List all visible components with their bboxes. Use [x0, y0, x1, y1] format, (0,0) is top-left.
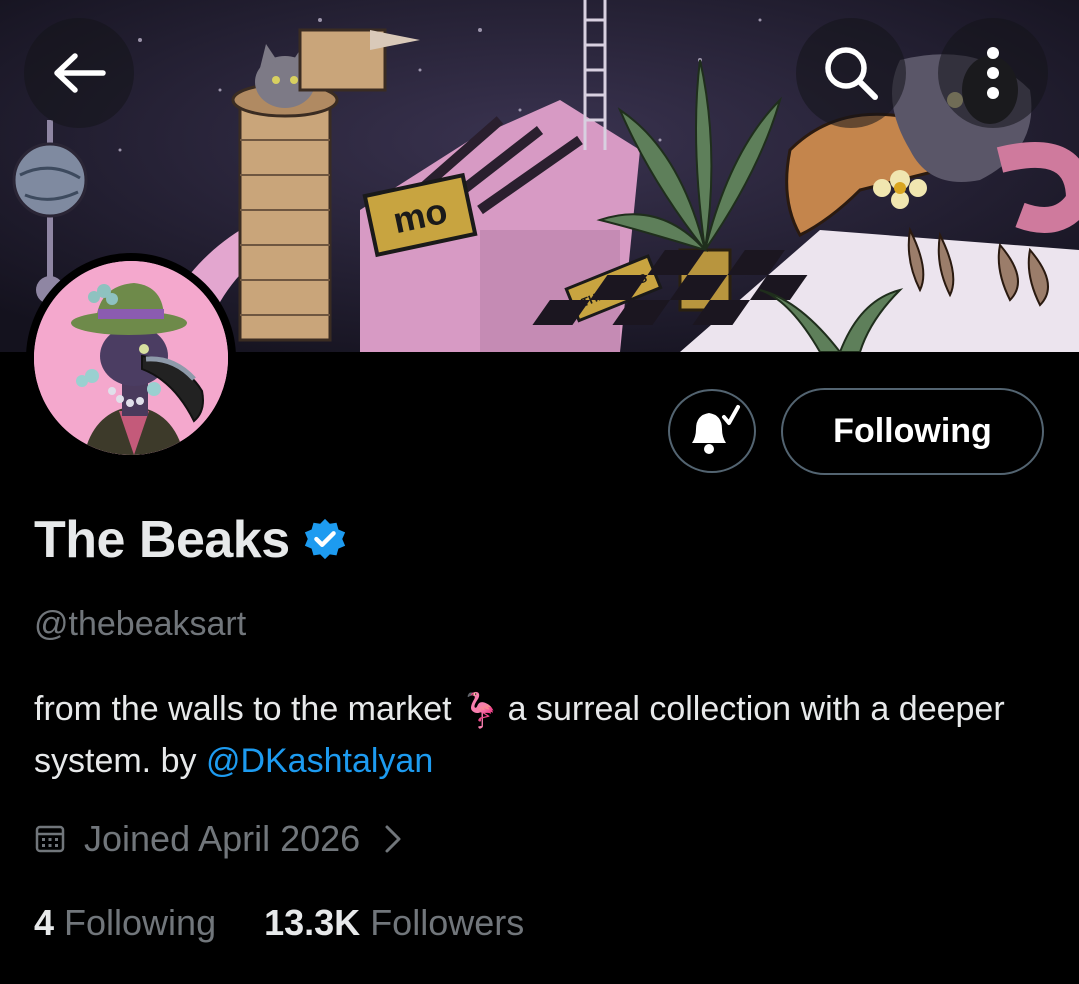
search-button[interactable]	[796, 18, 906, 128]
display-name: The Beaks	[34, 511, 290, 569]
followers-count: 13.3K	[264, 902, 361, 943]
following-button[interactable]: Following	[781, 388, 1044, 475]
follow-stats: 4 Following 13.3K Followers	[34, 902, 524, 944]
bio-mention-link[interactable]: @DKashtalyan	[206, 742, 433, 780]
display-name-row: The Beaks	[34, 510, 348, 570]
search-icon	[825, 47, 878, 100]
more-options-button[interactable]	[938, 18, 1048, 128]
more-vertical-icon	[987, 47, 999, 99]
profile-handle: @thebeaksart	[34, 605, 247, 643]
avatar-image	[34, 261, 228, 455]
followers-stat-link[interactable]: 13.3K Followers	[264, 902, 524, 944]
following-count: 4	[34, 902, 55, 943]
bio-text-part1: from the walls to the market	[34, 690, 452, 728]
notifications-button[interactable]	[668, 389, 756, 473]
following-label: Following	[64, 902, 217, 943]
joined-date-text: Joined April 2026	[84, 818, 361, 859]
profile-avatar[interactable]	[26, 253, 236, 463]
back-button[interactable]	[24, 18, 134, 128]
verified-badge-icon[interactable]	[302, 517, 348, 563]
following-stat-link[interactable]: 4 Following	[34, 902, 216, 944]
joined-date-row[interactable]: Joined April 2026	[34, 818, 402, 860]
chevron-right-icon	[385, 825, 401, 853]
flamingo-emoji: 🦩	[459, 692, 502, 731]
profile-bio: from the walls to the market 🦩 a surreal c…	[34, 684, 1054, 786]
followers-label: Followers	[370, 902, 525, 943]
bell-check-icon	[692, 405, 740, 454]
arrow-left-icon	[54, 53, 106, 93]
calendar-icon	[35, 825, 65, 853]
